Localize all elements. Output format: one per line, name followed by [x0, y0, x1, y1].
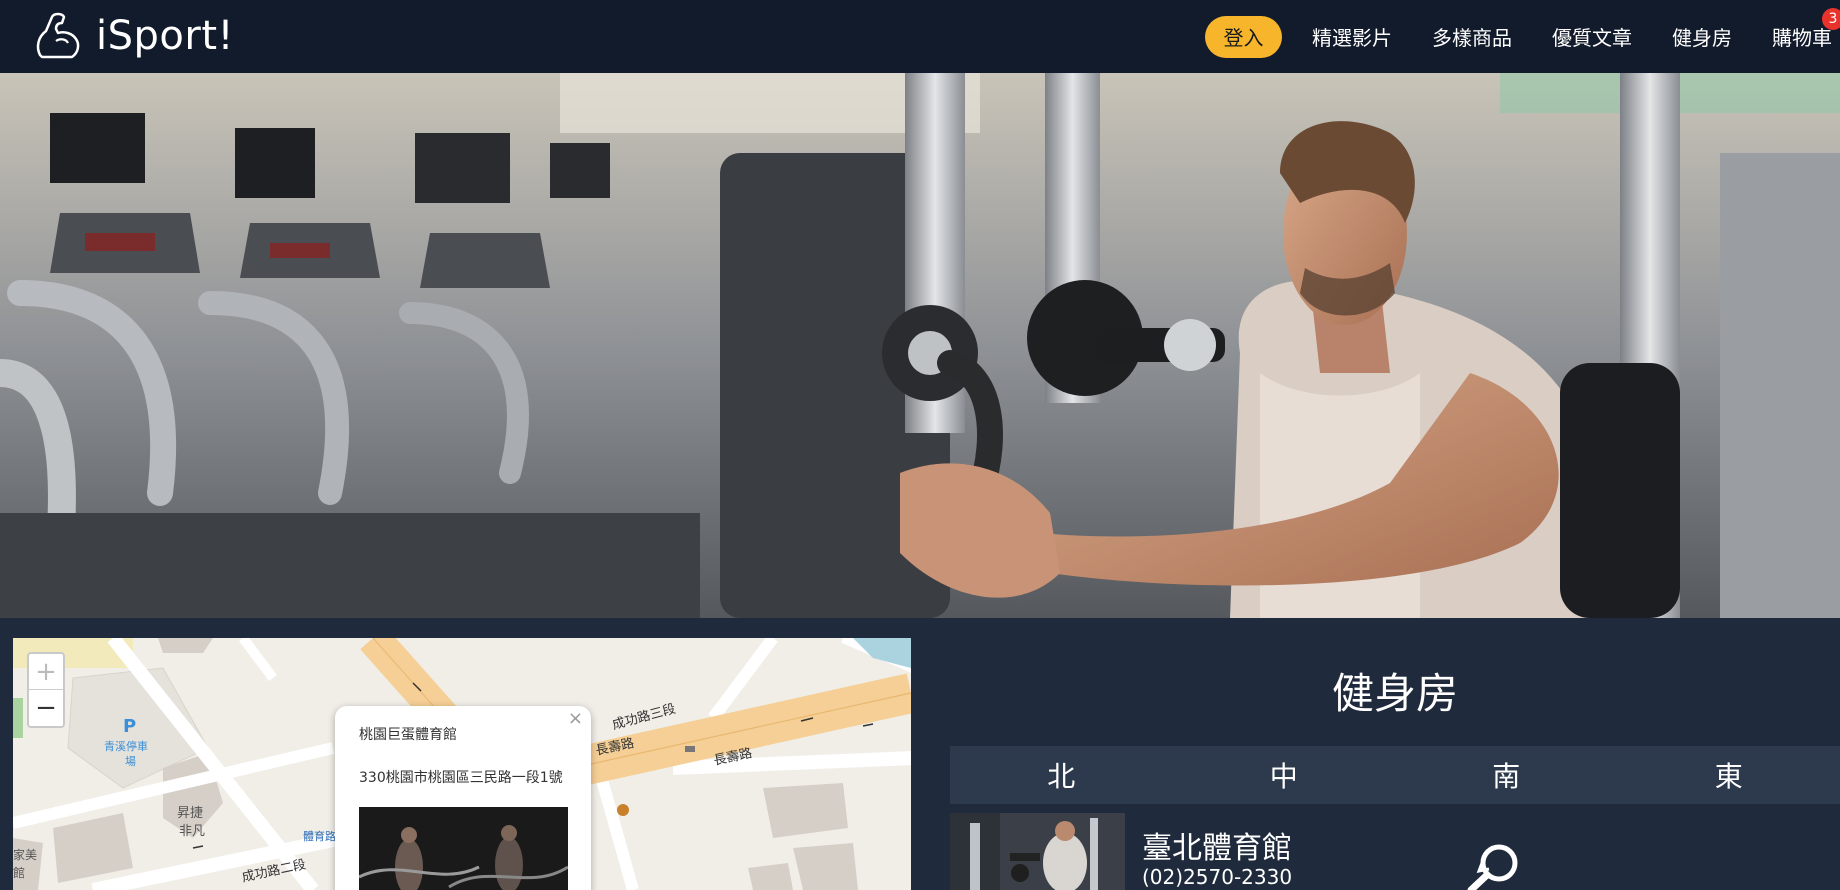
- nav-link-gyms[interactable]: 健身房: [1672, 22, 1732, 51]
- gym-thumbnail: [950, 813, 1125, 890]
- road-label-tiyu: 體育路: [303, 830, 336, 843]
- brand-logo[interactable]: iSport!: [32, 10, 234, 62]
- nav-link-products[interactable]: 多樣商品: [1432, 22, 1512, 51]
- cart-link[interactable]: 購物車 3: [1772, 8, 1840, 51]
- cart-label: 購物車: [1772, 26, 1832, 50]
- login-button[interactable]: 登入: [1205, 15, 1282, 58]
- map-view[interactable]: P 青溪停車 場 昇捷 非凡 成功路三段 長壽路 長壽路 成功路二段 體育路 家…: [13, 638, 911, 890]
- nav-menu: 登入 精選影片 多樣商品 優質文章 健身房 購物車 3: [1205, 0, 1840, 73]
- map-popup: × 桃園巨蛋體育館 330桃園市桃園區三民路一段1號: [335, 706, 591, 890]
- parking-icon: P: [123, 716, 137, 737]
- corner-label-1: 家美: [13, 848, 38, 862]
- gym-section-title: 健身房: [1331, 669, 1458, 718]
- tab-region-east[interactable]: 東: [1618, 746, 1840, 804]
- parking-label-line1: 青溪停車: [104, 740, 148, 753]
- gym-photo-illustration: [0, 73, 1840, 618]
- map-search-icon[interactable]: [1465, 841, 1525, 890]
- region-tabs: 北 中 南 東: [950, 746, 1840, 804]
- block-label-1: 昇捷: [177, 806, 204, 821]
- brand-name: iSport!: [96, 13, 235, 59]
- tab-region-north[interactable]: 北: [950, 746, 1173, 804]
- popup-venue-photo: [359, 807, 568, 890]
- popup-venue-name: 桃園巨蛋體育館: [359, 727, 457, 743]
- navbar: iSport! 登入 精選影片 多樣商品 優質文章 健身房 購物車 3: [0, 0, 1840, 73]
- nav-link-videos[interactable]: 精選影片: [1312, 22, 1392, 51]
- gym-name: 臺北體育館: [1142, 831, 1292, 866]
- hero-image: [0, 73, 1840, 618]
- zoom-in-button[interactable]: +: [29, 654, 63, 690]
- cart-count-badge: 3: [1822, 8, 1840, 30]
- popup-close-icon[interactable]: ×: [568, 708, 583, 729]
- tab-region-south[interactable]: 南: [1395, 746, 1618, 804]
- block-label-2: 非凡: [179, 824, 206, 839]
- parking-label-line2: 場: [125, 755, 136, 768]
- gym-phone: (02)2570-2330: [1142, 865, 1293, 889]
- zoom-out-button[interactable]: −: [29, 690, 63, 726]
- corner-label-2: 館: [13, 866, 26, 880]
- map-zoom-control: + −: [27, 652, 65, 728]
- flexed-arm-icon: [36, 12, 80, 59]
- gym-list-item[interactable]: 臺北體育館 (02)2570-2330: [950, 813, 1840, 890]
- tab-region-central[interactable]: 中: [1173, 746, 1396, 804]
- nav-link-articles[interactable]: 優質文章: [1552, 22, 1632, 51]
- popup-venue-address: 330桃園市桃園區三民路一段1號: [359, 770, 563, 786]
